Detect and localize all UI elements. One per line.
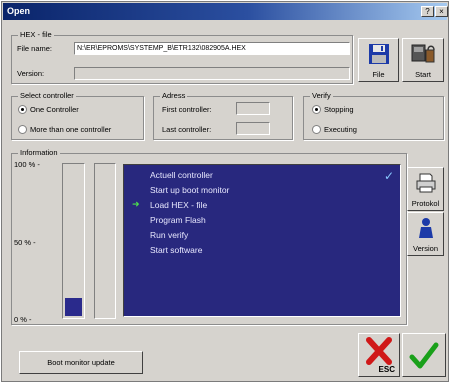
boot-monitor-update-button[interactable]: Boot monitor update bbox=[19, 351, 143, 374]
progress-bar bbox=[62, 163, 85, 319]
verify-label: Verify bbox=[310, 91, 333, 100]
current-step-arrow-icon: ➜ bbox=[132, 199, 140, 209]
information-label: Information bbox=[18, 148, 60, 157]
close-button[interactable]: × bbox=[435, 6, 448, 17]
first-controller-label: First controller: bbox=[162, 105, 212, 114]
step-item: Load HEX - file bbox=[150, 200, 208, 210]
adress-group: Adress First controller: Last controller… bbox=[153, 91, 293, 140]
tick-100: 100 % - bbox=[14, 160, 40, 169]
select-controller-group: Select controller One Controller More th… bbox=[11, 91, 144, 140]
first-controller-field[interactable] bbox=[236, 102, 270, 115]
protokol-button[interactable]: Protokol bbox=[407, 167, 444, 211]
file-name-label: File name: bbox=[17, 44, 53, 53]
version-field bbox=[74, 67, 350, 80]
stopping-radio[interactable] bbox=[312, 105, 321, 114]
one-controller-label: One Controller bbox=[30, 105, 79, 114]
green-check-icon bbox=[409, 342, 439, 369]
hex-file-group-label: HEX - file bbox=[18, 30, 54, 39]
select-controller-label: Select controller bbox=[18, 91, 76, 100]
tick-50: 50 % - bbox=[14, 238, 36, 247]
esc-button[interactable]: ESC bbox=[358, 333, 400, 377]
progress-fill bbox=[65, 298, 82, 316]
more-controller-label: More than one controller bbox=[30, 125, 112, 134]
protokol-button-label: Protokol bbox=[411, 199, 440, 208]
printer-icon bbox=[416, 173, 435, 193]
version-button-label: Version bbox=[412, 244, 439, 253]
verify-group: Verify Stopping Executing bbox=[303, 91, 444, 140]
file-name-field[interactable]: N:\ER\EPROMS\SYSTEMP_B\ETR132\082905A.HE… bbox=[74, 42, 350, 55]
step-item: Actuell controller bbox=[150, 170, 213, 180]
step-item: Program Flash bbox=[150, 215, 206, 225]
red-x-icon bbox=[366, 337, 392, 365]
secondary-bar bbox=[94, 163, 116, 319]
ok-button[interactable] bbox=[402, 333, 446, 377]
controller-ok-icon: ✓ bbox=[383, 169, 394, 183]
file-button-label: File bbox=[372, 70, 385, 79]
file-button[interactable]: File bbox=[358, 38, 399, 82]
stopping-label: Stopping bbox=[324, 105, 354, 114]
window-title: Open bbox=[7, 6, 31, 16]
executing-label: Executing bbox=[324, 125, 357, 134]
version-label: Version: bbox=[17, 69, 45, 78]
floppy-disk-icon bbox=[368, 44, 389, 64]
start-button-label: Start bbox=[415, 70, 431, 79]
step-list-panel: ✓ ➜ Actuell controller Start up boot mon… bbox=[123, 164, 401, 317]
tick-0: 0 % - bbox=[14, 315, 32, 324]
person-icon bbox=[418, 218, 433, 238]
help-button[interactable]: ? bbox=[421, 6, 434, 17]
last-controller-label: Last controller: bbox=[162, 125, 212, 134]
hex-file-group: HEX - file File name: N:\ER\EPROMS\SYSTE… bbox=[11, 30, 353, 84]
step-item: Start software bbox=[150, 245, 203, 255]
title-bar: Open ? × bbox=[3, 3, 448, 20]
controller-start-icon bbox=[411, 44, 435, 63]
esc-label: ESC bbox=[378, 365, 395, 374]
adress-label: Adress bbox=[160, 91, 188, 100]
executing-radio[interactable] bbox=[312, 125, 321, 134]
one-controller-radio[interactable] bbox=[18, 105, 27, 114]
version-button[interactable]: Version bbox=[407, 212, 444, 256]
more-controller-radio[interactable] bbox=[18, 125, 27, 134]
start-button[interactable]: Start bbox=[402, 38, 444, 82]
open-dialog: Open ? × HEX - file File name: N:\ER\EPR… bbox=[1, 1, 449, 382]
last-controller-field[interactable] bbox=[236, 122, 270, 135]
step-item: Start up boot monitor bbox=[150, 185, 230, 195]
step-item: Run verify bbox=[150, 230, 189, 240]
